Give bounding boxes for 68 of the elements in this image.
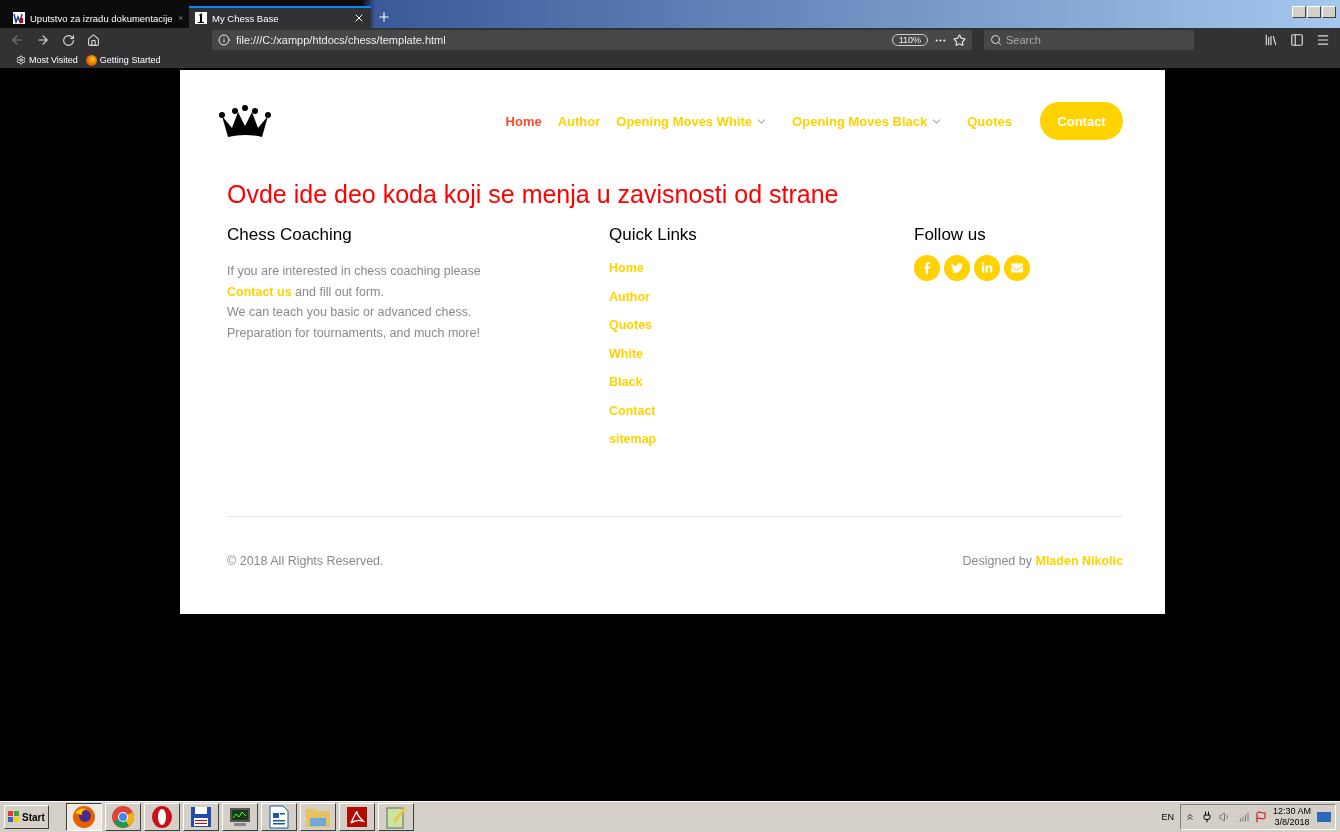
bookmark-link[interactable]: Getting Started bbox=[85, 54, 161, 66]
credit-text: Designed by Mladen Nikolic bbox=[962, 554, 1123, 568]
tab-title: Uputstvo za izradu dokumentacije bbox=[30, 12, 173, 24]
nav-link[interactable]: Opening Moves Black bbox=[792, 113, 944, 129]
home-icon[interactable] bbox=[87, 33, 100, 47]
folder-icon bbox=[304, 806, 331, 828]
envelope-icon bbox=[1011, 262, 1023, 274]
restore-button[interactable] bbox=[1307, 6, 1321, 18]
bird-icon bbox=[951, 262, 963, 274]
forward-icon[interactable] bbox=[36, 33, 50, 47]
favicon-icon bbox=[195, 12, 207, 24]
quick-link[interactable]: Black bbox=[609, 375, 643, 389]
minimize-button[interactable] bbox=[1292, 6, 1306, 18]
sidebar-icon[interactable] bbox=[1290, 33, 1304, 47]
clock[interactable]: 12:30 AM 3/8/2018 bbox=[1272, 806, 1311, 828]
library-icon[interactable] bbox=[1264, 33, 1278, 47]
nav-link[interactable]: Opening Moves White bbox=[616, 113, 769, 129]
contact-link[interactable]: Contact us bbox=[227, 284, 292, 299]
tab-title: My Chess Base bbox=[212, 12, 280, 24]
column-title: Chess Coaching bbox=[227, 225, 353, 245]
quick-link[interactable]: Author bbox=[609, 289, 650, 304]
taskbar-app[interactable] bbox=[65, 803, 102, 831]
chevron-up-icon[interactable] bbox=[1184, 812, 1195, 822]
round-browser-icon bbox=[110, 805, 135, 829]
quick-link[interactable]: White bbox=[609, 346, 644, 361]
star-icon[interactable] bbox=[953, 33, 966, 47]
new-tab-icon[interactable] bbox=[377, 10, 391, 24]
info-icon[interactable] bbox=[218, 34, 230, 46]
quick-link[interactable]: Quotes bbox=[609, 318, 653, 332]
menu-icon[interactable] bbox=[1316, 33, 1330, 47]
gear-icon bbox=[16, 55, 26, 65]
reload-icon[interactable] bbox=[62, 33, 75, 47]
flag-icon[interactable] bbox=[1254, 811, 1267, 823]
speaker-icon[interactable] bbox=[1218, 811, 1231, 823]
address-bar[interactable]: file:///C:/xampp/htdocs/chess/template.html 110% bbox=[212, 30, 972, 50]
nav-link[interactable]: Quotes bbox=[967, 113, 1012, 129]
close-button[interactable] bbox=[1322, 6, 1336, 18]
copyright-text: © 2018 All Rights Reserved. bbox=[227, 554, 384, 568]
quick-link[interactable]: sitemap bbox=[609, 432, 657, 446]
quick-link[interactable]: Contact bbox=[609, 403, 656, 418]
nav-link[interactable]: Author bbox=[557, 113, 601, 129]
back-icon[interactable] bbox=[10, 33, 24, 47]
quick-link[interactable]: Home bbox=[609, 261, 644, 275]
linkedin-icon bbox=[981, 262, 993, 274]
contact-button[interactable]: Contact bbox=[1040, 102, 1123, 140]
designer-link[interactable]: Mladen Nikolic bbox=[1035, 554, 1123, 568]
notepad-icon bbox=[384, 805, 407, 829]
start-button[interactable]: Start bbox=[4, 805, 49, 829]
column-title: Follow us bbox=[914, 225, 987, 245]
close-icon[interactable] bbox=[353, 12, 365, 24]
document-icon bbox=[268, 805, 289, 829]
plug-icon[interactable] bbox=[1200, 811, 1213, 823]
crown-icon bbox=[218, 104, 272, 138]
nav-link[interactable]: Home bbox=[505, 113, 542, 129]
facebook-icon bbox=[921, 262, 933, 274]
column-title: Quick Links bbox=[609, 225, 698, 245]
browser-tab[interactable]: My Chess Base bbox=[189, 6, 371, 28]
ring-icon bbox=[149, 805, 174, 829]
language-indicator[interactable]: EN bbox=[1161, 812, 1174, 822]
favicon-icon bbox=[13, 12, 25, 24]
page-heading: Ovde ide deo koda koji se menja u zavisnosti od strane bbox=[227, 180, 840, 209]
monitor-icon bbox=[227, 806, 252, 828]
url-text: file:///C:/xampp/htdocs/chess/template.html bbox=[236, 34, 447, 46]
bookmark-link[interactable]: Most Visited bbox=[16, 55, 78, 65]
flag-icon bbox=[8, 811, 20, 823]
coaching-text: If you are interested in chess coaching please Contact us and fill out form. We can teach you basic or advanced chess. Preparation for tournaments, and much more! bbox=[227, 263, 482, 342]
search-icon bbox=[990, 34, 1002, 46]
search-field[interactable]: Search bbox=[984, 30, 1194, 50]
